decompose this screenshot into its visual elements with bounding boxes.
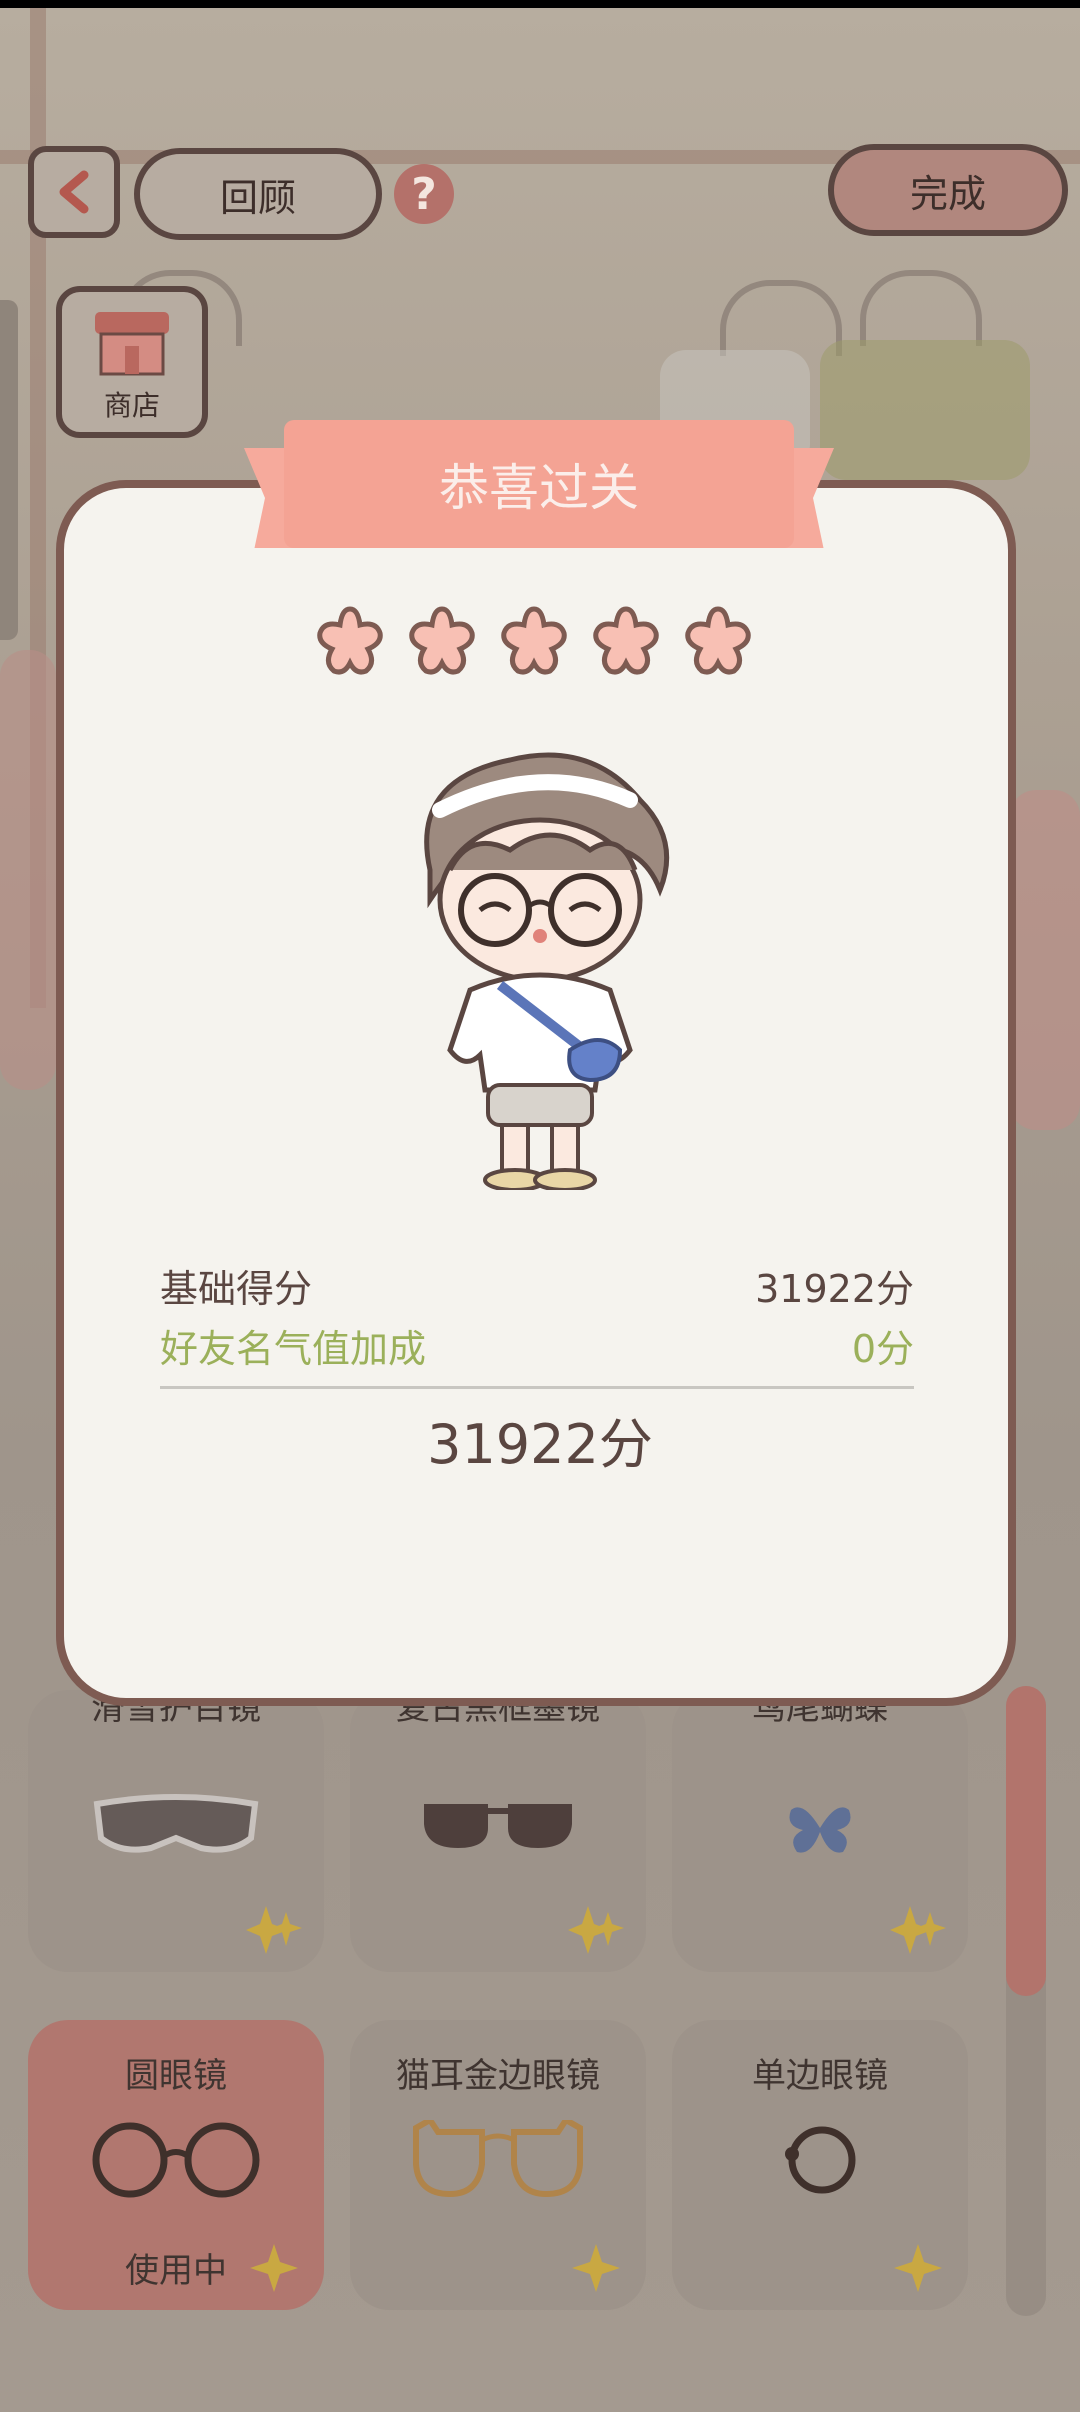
status-bar	[0, 0, 1080, 8]
dialog-title: 恭喜过关	[284, 420, 794, 548]
side-tab	[0, 300, 18, 640]
sparkle-icon	[894, 2244, 942, 2292]
hanger-icon	[720, 280, 842, 356]
title-ribbon: 恭喜过关	[244, 412, 834, 556]
sparkle-icon	[568, 1906, 624, 1954]
question-icon: ?	[411, 168, 437, 220]
item-label: 单边眼镜	[752, 2056, 888, 2096]
sparkle-icon	[246, 1906, 302, 1954]
sparkle-icon	[572, 2244, 620, 2292]
help-button[interactable]: ?	[394, 164, 454, 224]
base-score-value: 31922分	[755, 1267, 914, 1311]
score-divider	[160, 1386, 914, 1389]
base-score-row: 基础得分 31922分	[160, 1258, 914, 1313]
star-icon	[317, 606, 383, 675]
star-icon	[501, 606, 567, 675]
background-clothes	[820, 340, 1030, 480]
butterfly-icon	[789, 1807, 851, 1853]
item-label: 圆眼镜	[125, 2056, 227, 2096]
ski-goggles-icon	[93, 1794, 259, 1853]
retro-sunglasses-icon	[424, 1804, 572, 1848]
sparkle-icon	[890, 1906, 946, 1954]
bonus-value: 0分	[851, 1327, 914, 1371]
review-button[interactable]: 回顾	[134, 148, 382, 240]
item-card[interactable]: 猫耳金边眼镜	[350, 2020, 646, 2310]
bonus-label: 好友名气值加成	[160, 1327, 427, 1371]
shop-icon	[95, 312, 169, 376]
scrollbar-thumb[interactable]	[1006, 1686, 1046, 1996]
cat-ear-glasses-icon	[413, 2120, 583, 2198]
rating-stars	[314, 605, 754, 677]
monocle-icon	[785, 2126, 856, 2194]
item-card[interactable]: 滑雪护目镜	[28, 1688, 324, 1972]
item-card[interactable]: 复古黑框墨镜	[350, 1688, 646, 1972]
done-button[interactable]: 完成	[828, 144, 1068, 236]
item-label: 猫耳金边眼镜	[396, 2056, 600, 2096]
shop-label: 商店	[103, 389, 160, 422]
done-label: 完成	[909, 171, 986, 216]
star-icon	[409, 606, 475, 675]
chevron-left-icon	[59, 170, 89, 214]
total-score: 31922分	[427, 1413, 653, 1476]
star-icon	[685, 606, 751, 675]
shop-button[interactable]: 商店	[56, 286, 208, 438]
base-score-label: 基础得分	[160, 1267, 313, 1311]
background-clothes	[0, 650, 56, 1090]
background-clothes	[1010, 790, 1080, 1130]
round-glasses-icon	[92, 2122, 260, 2198]
item-card-selected[interactable]: 圆眼镜 使用中	[28, 2020, 324, 2310]
back-button[interactable]	[28, 146, 120, 238]
bonus-score-row: 好友名气值加成 0分	[160, 1318, 914, 1373]
star-icon	[593, 606, 659, 675]
item-card[interactable]: 单边眼镜	[672, 2020, 968, 2310]
hanger-icon	[860, 270, 982, 346]
sparkle-icon	[250, 2244, 298, 2292]
review-label: 回顾	[219, 175, 296, 220]
character-avatar	[424, 752, 670, 1190]
item-card[interactable]: 鸢尾蝴蝶	[672, 1688, 968, 1972]
